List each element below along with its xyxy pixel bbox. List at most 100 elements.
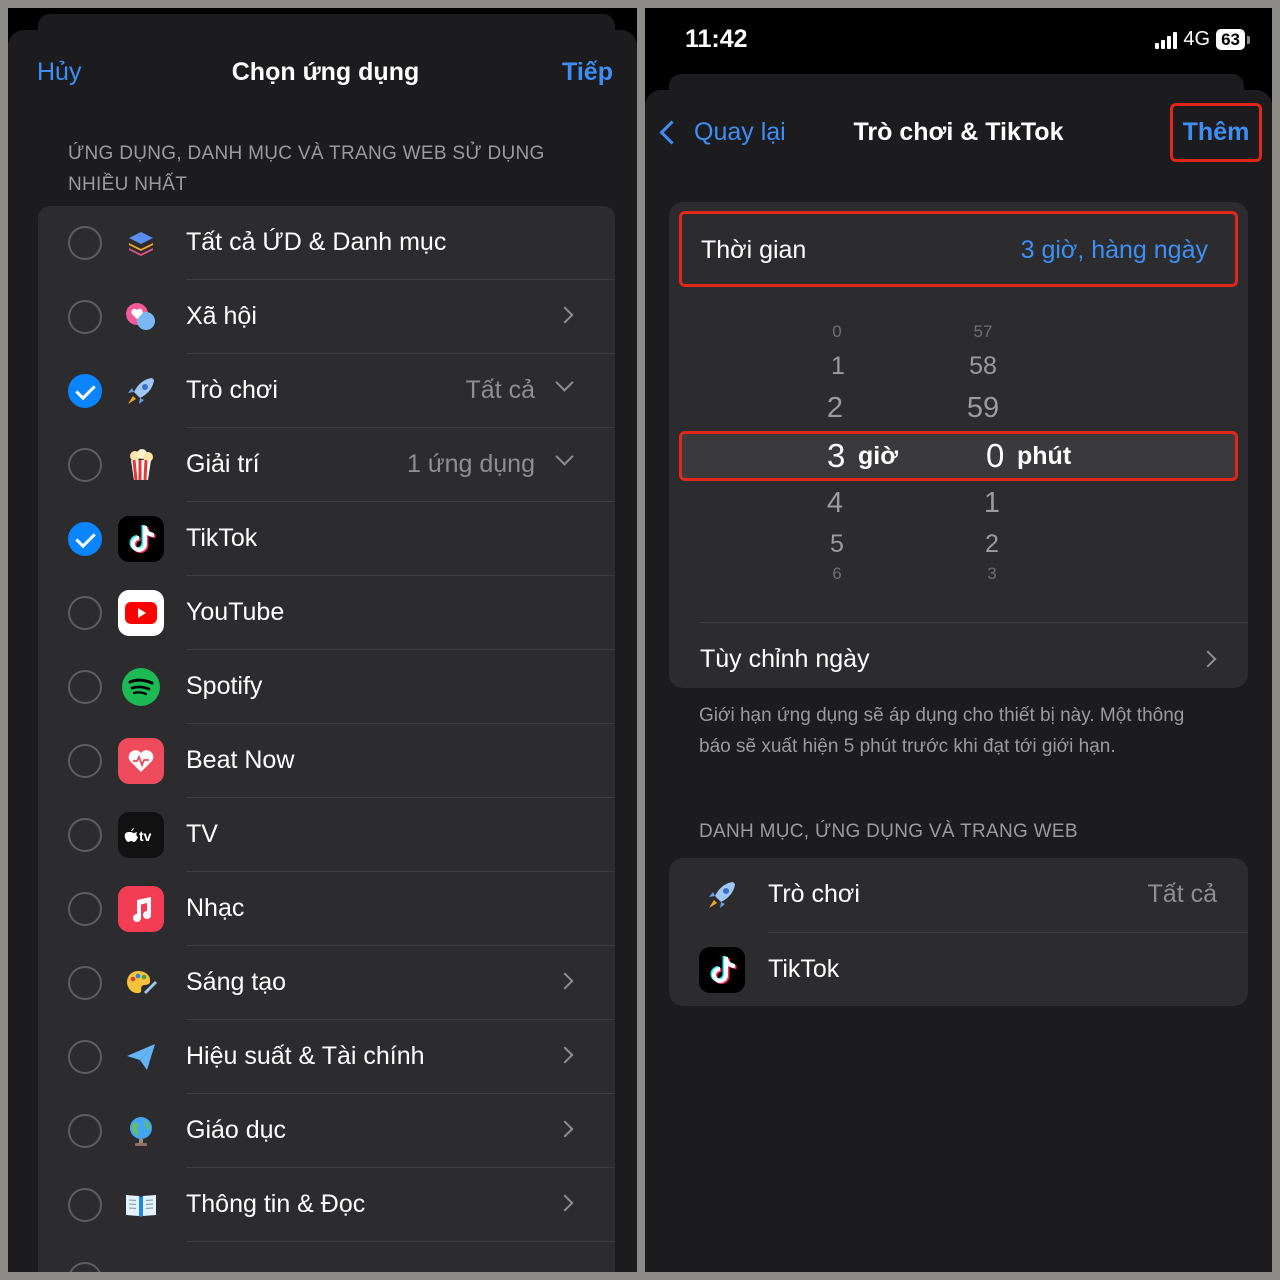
time-label: Thời gian xyxy=(701,236,807,264)
svg-text:tv: tv xyxy=(139,828,152,844)
picker-hour-option[interactable]: 4 xyxy=(805,487,865,520)
list-item-label: Giáo dục xyxy=(186,1116,287,1144)
list-item-music[interactable]: Nhạc xyxy=(38,872,615,946)
list-item-tv[interactable]: tv TV xyxy=(38,798,615,872)
list-item-tiktok[interactable]: TikTok xyxy=(38,502,615,576)
time-picker[interactable]: 0 1 2 3 giờ 4 5 6 57 58 59 0 phút 1 2 3 xyxy=(669,312,1248,602)
picker-selection-highlight xyxy=(679,431,1238,481)
list-item-label: Giải trí xyxy=(186,450,260,478)
palette-icon xyxy=(118,960,164,1006)
list-item-label: Trò chơi xyxy=(186,376,278,404)
selected-apps-list: Trò chơi Tất cả TikTok xyxy=(669,858,1248,1006)
choose-apps-screen: Hủy Chọn ứng dụng Tiếp ỨNG DỤNG, DANH MỤ… xyxy=(8,8,637,1272)
picker-minute-option[interactable]: 1 xyxy=(962,487,1022,520)
selection-radio[interactable] xyxy=(68,1262,102,1272)
list-item-productivity-finance[interactable]: Hiệu suất & Tài chính xyxy=(38,1020,615,1094)
list-item-all-apps[interactable]: Tất cả ỨD & Danh mục xyxy=(38,206,615,280)
selection-radio-checked[interactable] xyxy=(68,374,102,408)
selection-radio[interactable] xyxy=(68,818,102,852)
stack-icon xyxy=(118,220,164,266)
status-indicators: 4G 63 xyxy=(1155,28,1250,51)
chevron-right-icon xyxy=(556,972,574,990)
list-item-beat-now[interactable]: Beat Now xyxy=(38,724,615,798)
chevron-down-icon[interactable] xyxy=(555,447,574,466)
picker-hour-option[interactable]: 2 xyxy=(805,392,865,425)
list-item-entertainment[interactable]: Giải trí 1 ứng dụng xyxy=(38,428,615,502)
rocket-icon xyxy=(118,368,164,414)
list-item-label: TV xyxy=(186,820,218,848)
selection-radio[interactable] xyxy=(68,226,102,260)
picker-minute-option[interactable]: 59 xyxy=(953,392,1013,425)
network-type: 4G xyxy=(1183,28,1211,50)
chevron-right-icon xyxy=(556,1194,574,1212)
customize-days-row[interactable]: Tùy chỉnh ngày xyxy=(700,622,1248,688)
list-item-detail: 1 ứng dụng xyxy=(407,450,535,478)
list-item-games[interactable]: Trò chơi Tất cả xyxy=(38,354,615,428)
tiktok-icon xyxy=(118,516,164,562)
picker-hour-option[interactable]: 1 xyxy=(808,352,868,381)
list-item-label: Sáng tạo xyxy=(186,968,287,996)
picker-minute-option[interactable]: 3 xyxy=(962,564,1022,584)
rocket-icon xyxy=(699,872,745,918)
selection-radio[interactable] xyxy=(68,596,102,630)
picker-hour-option[interactable]: 0 xyxy=(807,322,867,342)
picker-minute-selected[interactable]: 0 xyxy=(986,437,1004,475)
selection-radio[interactable] xyxy=(68,1114,102,1148)
chevron-right-icon xyxy=(556,1120,574,1138)
picker-hour-selected[interactable]: 3 xyxy=(827,437,845,475)
music-icon xyxy=(118,886,164,932)
youtube-icon xyxy=(118,590,164,636)
list-item-spotify[interactable]: Spotify xyxy=(38,650,615,724)
selection-radio[interactable] xyxy=(68,966,102,1000)
app-category-list: Tất cả ỨD & Danh mục Xã hội Trò chơi Tất… xyxy=(38,206,615,1272)
chat-bubbles-icon xyxy=(118,294,164,340)
battery-nub xyxy=(1247,35,1250,44)
list-item-tiktok[interactable]: TikTok xyxy=(669,933,1248,1006)
chevron-right-icon xyxy=(556,306,574,324)
apple-tv-icon: tv xyxy=(118,812,164,858)
picker-hour-option[interactable]: 6 xyxy=(807,564,867,584)
battery-icon: 63 xyxy=(1216,29,1245,50)
selection-radio[interactable] xyxy=(68,744,102,778)
time-value: 3 giờ, hàng ngày xyxy=(1020,236,1208,264)
chevron-right-icon xyxy=(1199,650,1217,668)
selection-radio[interactable] xyxy=(68,670,102,704)
selection-radio[interactable] xyxy=(68,1040,102,1074)
chevron-right-icon xyxy=(556,1046,574,1064)
picker-minute-option[interactable]: 57 xyxy=(953,322,1013,342)
time-setting-row[interactable]: Thời gian 3 giờ, hàng ngày xyxy=(679,211,1238,287)
list-item-partial[interactable] xyxy=(38,1242,615,1272)
list-item-label: YouTube xyxy=(186,598,285,626)
list-item-youtube[interactable]: YouTube xyxy=(38,576,615,650)
picker-minute-option[interactable]: 2 xyxy=(962,530,1022,559)
book-icon xyxy=(118,1182,164,1228)
list-item-label: TikTok xyxy=(186,524,258,552)
picker-hour-option[interactable]: 5 xyxy=(807,530,867,559)
list-item-detail: Tất cả xyxy=(1147,880,1217,908)
chevron-down-icon[interactable] xyxy=(555,373,574,392)
section-header: ỨNG DỤNG, DANH MỤC VÀ TRANG WEB SỬ DỤNG … xyxy=(68,143,545,195)
picker-minute-option[interactable]: 58 xyxy=(953,352,1013,381)
add-button[interactable]: Thêm xyxy=(1170,103,1262,162)
status-time: 11:42 xyxy=(685,25,748,53)
selection-radio[interactable] xyxy=(68,892,102,926)
list-item-label: Beat Now xyxy=(186,746,295,774)
list-item-label: Xã hội xyxy=(186,302,257,330)
list-item-label: Trò chơi xyxy=(768,880,860,908)
section-header: DANH MỤC, ỨNG DỤNG VÀ TRANG WEB xyxy=(699,821,1078,842)
page-title: Chọn ứng dụng xyxy=(231,58,420,86)
list-item-label: Nhạc xyxy=(186,894,245,922)
selection-radio[interactable] xyxy=(68,300,102,334)
tiktok-icon xyxy=(699,947,745,993)
list-item-games[interactable]: Trò chơi Tất cả xyxy=(669,858,1248,932)
globe-icon xyxy=(118,1108,164,1154)
selection-radio-checked[interactable] xyxy=(68,522,102,556)
list-item-creativity[interactable]: Sáng tạo xyxy=(38,946,615,1020)
selection-radio[interactable] xyxy=(68,448,102,482)
list-item-social[interactable]: Xã hội xyxy=(38,280,615,354)
selection-radio[interactable] xyxy=(68,1188,102,1222)
list-item-label: Tất cả ỨD & Danh mục xyxy=(186,228,447,256)
list-item-education[interactable]: Giáo dục xyxy=(38,1094,615,1168)
list-item-information-reading[interactable]: Thông tin & Đọc xyxy=(38,1168,615,1242)
next-button[interactable]: Tiếp xyxy=(562,58,613,87)
